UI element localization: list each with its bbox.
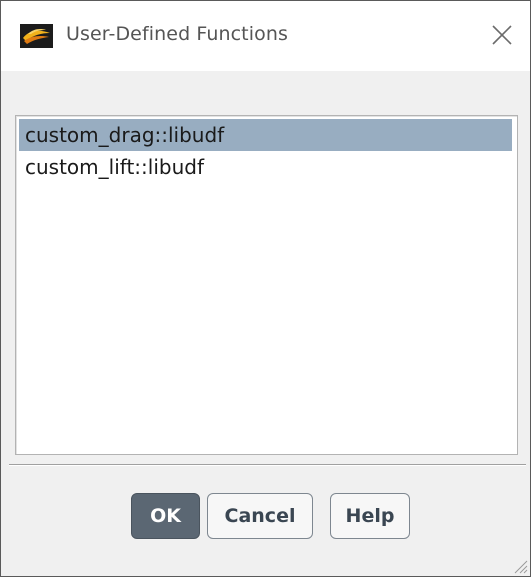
user-defined-functions-dialog: User-Defined Functions custom_drag::libu…	[0, 0, 531, 577]
help-button[interactable]: Help	[330, 493, 410, 539]
title-bar: User-Defined Functions	[1, 1, 530, 71]
close-icon[interactable]	[487, 20, 517, 50]
cancel-button[interactable]: Cancel	[207, 493, 313, 539]
list-item-custom-drag[interactable]: custom_drag::libudf	[19, 119, 512, 151]
ok-button[interactable]: OK	[131, 493, 200, 539]
ansys-fluent-logo-icon	[20, 24, 53, 48]
list-item-custom-lift[interactable]: custom_lift::libudf	[19, 151, 512, 183]
resize-grip-icon[interactable]	[512, 558, 528, 574]
separator	[9, 464, 526, 466]
window-title: User-Defined Functions	[66, 23, 288, 45]
functions-listbox[interactable]: custom_drag::libudf custom_lift::libudf	[15, 115, 518, 455]
